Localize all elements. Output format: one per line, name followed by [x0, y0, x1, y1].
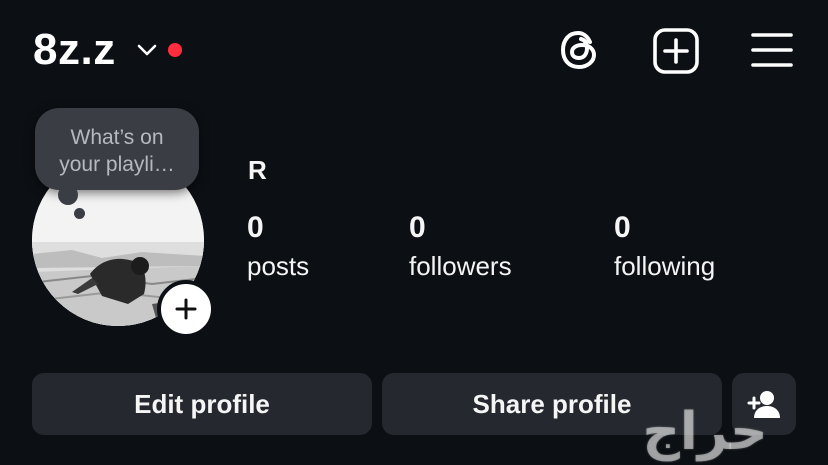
- display-name: R: [248, 155, 267, 185]
- posts-label: posts: [247, 251, 310, 281]
- add-story-button[interactable]: [157, 280, 215, 338]
- threads-icon[interactable]: [557, 27, 603, 73]
- watermark-text: حراج: [642, 403, 768, 461]
- note-bubble-tail-small: [74, 208, 85, 219]
- following-count: 0: [614, 211, 631, 244]
- following-stat[interactable]: 0 following: [614, 210, 715, 284]
- followers-count: 0: [409, 211, 426, 244]
- following-label: following: [614, 251, 716, 281]
- notification-dot: [168, 43, 182, 57]
- note-text-line2: your playli…: [59, 153, 175, 176]
- profile-screen: 8z.z What’s on your playli… R 0 posts 0 …: [0, 0, 828, 465]
- followers-label: followers: [409, 251, 512, 281]
- note-bubble[interactable]: What’s on your playli…: [35, 108, 199, 190]
- posts-stat[interactable]: 0 posts: [247, 210, 309, 284]
- username-switcher[interactable]: 8z.z: [33, 24, 116, 76]
- watermark: حراج: [590, 403, 820, 461]
- menu-icon[interactable]: [750, 31, 794, 69]
- note-bubble-tail: [58, 185, 78, 205]
- posts-count: 0: [247, 211, 264, 244]
- chevron-down-icon[interactable]: [136, 42, 158, 58]
- note-text-line1: What’s on: [70, 126, 164, 149]
- plus-icon: [175, 298, 197, 320]
- edit-profile-button[interactable]: Edit profile: [32, 373, 372, 435]
- create-post-icon[interactable]: [652, 27, 700, 75]
- followers-stat[interactable]: 0 followers: [409, 210, 512, 284]
